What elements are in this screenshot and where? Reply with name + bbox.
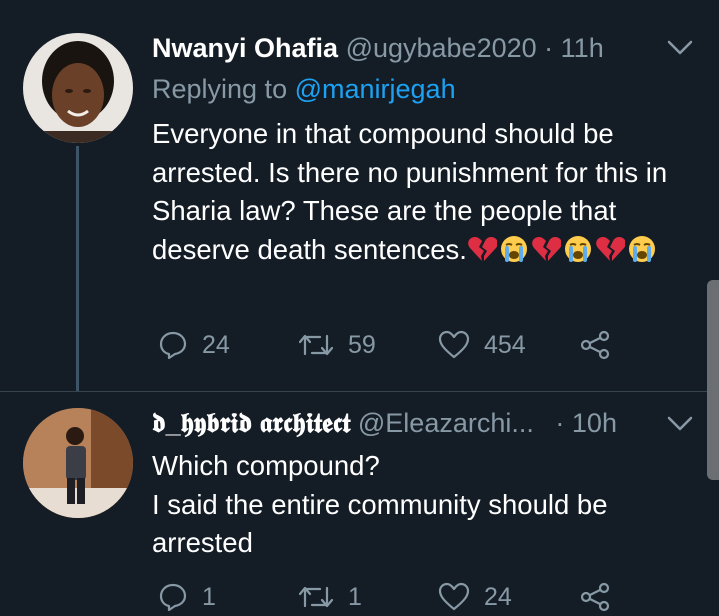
- crying-face-icon: [500, 235, 527, 262]
- retweet-icon: [298, 586, 334, 608]
- user-handle[interactable]: @ugybabe2020: [346, 33, 537, 63]
- emoji-row: [467, 234, 659, 265]
- replying-prefix: Replying to: [152, 74, 288, 104]
- reply-count: 1: [202, 582, 216, 611]
- scrollbar[interactable]: [707, 280, 719, 480]
- reply-icon: [159, 583, 187, 612]
- reply-count: 24: [202, 330, 230, 359]
- timestamp[interactable]: 10h: [572, 408, 617, 438]
- tweet-header: Nwanyi Ohafia @ugybabe2020 · 11h: [152, 31, 604, 65]
- crying-face-icon: [628, 235, 655, 262]
- broken-heart-icon: [596, 236, 625, 261]
- separator: ·: [544, 33, 554, 63]
- retweet-count: 1: [348, 582, 362, 611]
- like-count: 24: [484, 582, 512, 611]
- retweet-button[interactable]: 1: [298, 582, 362, 612]
- retweet-icon: [298, 334, 334, 356]
- reply-icon: [159, 331, 187, 360]
- thread-line: [76, 146, 79, 391]
- share-icon: [580, 582, 610, 612]
- timestamp[interactable]: 11h: [561, 33, 604, 63]
- like-button[interactable]: 454: [438, 330, 526, 360]
- replying-to: Replying to @manirjegah: [152, 72, 456, 106]
- chevron-down-icon[interactable]: [667, 416, 693, 432]
- avatar[interactable]: [23, 408, 133, 518]
- share-icon: [580, 330, 610, 360]
- reply-button[interactable]: 24: [158, 330, 230, 360]
- user-handle[interactable]: @Eleazarchi...: [358, 408, 534, 438]
- separator: ·: [555, 408, 565, 438]
- retweet-count: 59: [348, 330, 376, 359]
- tweet-text: Which compound? I said the entire commun…: [152, 447, 692, 563]
- broken-heart-icon: [532, 236, 561, 261]
- tweet-body-line: I said the entire community should be ar…: [152, 488, 608, 559]
- share-button[interactable]: [580, 330, 624, 360]
- display-name[interactable]: Nwanyi Ohafia: [152, 33, 338, 63]
- avatar[interactable]: [23, 33, 133, 143]
- like-icon: [438, 582, 470, 611]
- reply-button[interactable]: 1: [158, 582, 216, 612]
- like-button[interactable]: 24: [438, 582, 512, 612]
- share-button[interactable]: [580, 582, 624, 612]
- display-name[interactable]: 𝖉_𝖍𝖞𝖇𝖗𝖎𝖉 𝖆𝖗𝖈𝖍𝖎𝖙𝖊𝖈𝖙: [152, 408, 350, 438]
- tweet-body-line: Which compound?: [152, 450, 380, 481]
- broken-heart-icon: [468, 236, 497, 261]
- tweet-actions: 1 1 24: [152, 582, 712, 616]
- tweet[interactable]: Nwanyi Ohafia @ugybabe2020 · 11h Replyin…: [0, 0, 719, 392]
- mention-link[interactable]: @manirjegah: [295, 74, 456, 104]
- tweet-text: Everyone in that compound should be arre…: [152, 115, 692, 269]
- tweet[interactable]: 𝖉_𝖍𝖞𝖇𝖗𝖎𝖉 𝖆𝖗𝖈𝖍𝖎𝖙𝖊𝖈𝖙 @Eleazarchi... · 10h …: [0, 392, 719, 612]
- tweet-actions: 24 59 454: [152, 330, 712, 364]
- tweet-header: 𝖉_𝖍𝖞𝖇𝖗𝖎𝖉 𝖆𝖗𝖈𝖍𝖎𝖙𝖊𝖈𝖙 @Eleazarchi... · 10h: [152, 406, 617, 440]
- crying-face-icon: [564, 235, 591, 262]
- retweet-button[interactable]: 59: [298, 330, 376, 360]
- chevron-down-icon[interactable]: [667, 40, 693, 56]
- like-icon: [438, 330, 470, 359]
- like-count: 454: [484, 330, 526, 359]
